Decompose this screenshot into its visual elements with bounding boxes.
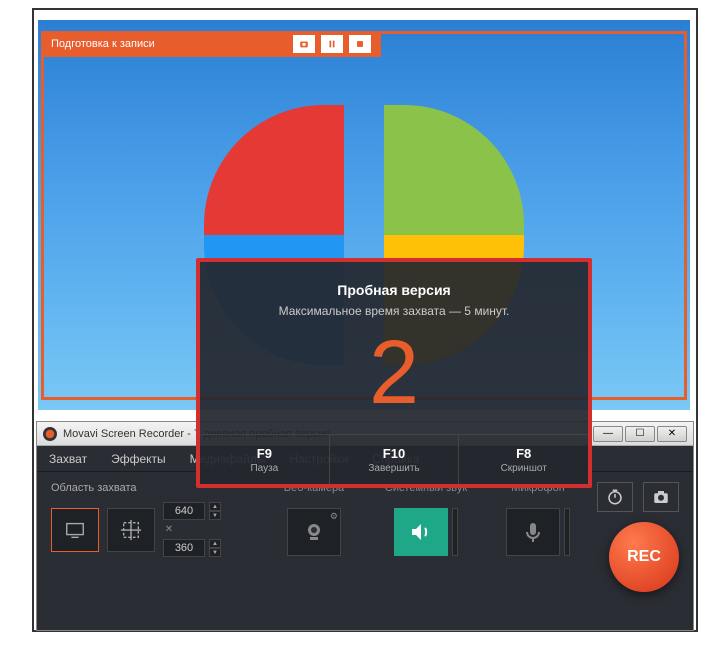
maximize-button[interactable]: ☐ (625, 426, 655, 442)
capture-area-section: Область захвата 640 ▲ ▼ ✕ (51, 482, 255, 557)
width-input[interactable]: 640 (163, 502, 205, 520)
timer-button[interactable] (597, 482, 633, 512)
hotkeys-bar: F9 Пауза F10 Завершить F8 Скриншот (200, 434, 588, 484)
stop-button[interactable] (349, 35, 371, 53)
hotkey-pause: F9 Пауза (200, 435, 330, 484)
width-down[interactable]: ▼ (209, 511, 221, 520)
sources-section: Веб-камера ⚙ Системный звук (269, 482, 583, 556)
mic-level[interactable] (564, 508, 570, 556)
height-up[interactable]: ▲ (209, 539, 221, 548)
pause-button[interactable] (321, 35, 343, 53)
dimension-separator: ✕ (163, 524, 175, 535)
webcam-toggle[interactable]: ⚙ (287, 508, 341, 556)
rec-button[interactable]: REC (609, 522, 679, 592)
hotkey-screenshot: F8 Скриншот (459, 435, 588, 484)
menu-effects[interactable]: Эффекты (111, 452, 166, 466)
recording-overlay-bar: Подготовка к записи (41, 31, 381, 57)
app-icon (43, 427, 57, 441)
trial-limit: Максимальное время захвата — 5 минут. (200, 304, 588, 318)
custom-area-button[interactable] (107, 508, 155, 552)
menu-capture[interactable]: Захват (49, 452, 87, 466)
width-up[interactable]: ▲ (209, 502, 221, 511)
height-input[interactable]: 360 (163, 539, 205, 557)
gear-icon[interactable]: ⚙ (330, 511, 338, 522)
system-sound-level[interactable] (452, 508, 458, 556)
height-down[interactable]: ▼ (209, 548, 221, 557)
camera-button[interactable] (643, 482, 679, 512)
close-button[interactable]: ✕ (657, 426, 687, 442)
fullscreen-button[interactable] (51, 508, 99, 552)
hotkey-finish: F10 Завершить (330, 435, 460, 484)
trial-title: Пробная версия (200, 282, 588, 298)
mic-toggle[interactable] (506, 508, 560, 556)
minimize-button[interactable]: — (593, 426, 623, 442)
screenshot-button[interactable] (293, 35, 315, 53)
system-sound-toggle[interactable] (394, 508, 448, 556)
countdown-overlay: Пробная версия Максимальное время захват… (196, 258, 592, 488)
main-panel: Область захвата 640 ▲ ▼ ✕ (37, 472, 693, 628)
right-controls: REC (597, 482, 679, 592)
overlay-title: Подготовка к записи (51, 38, 293, 50)
countdown-number: 2 (200, 328, 588, 418)
